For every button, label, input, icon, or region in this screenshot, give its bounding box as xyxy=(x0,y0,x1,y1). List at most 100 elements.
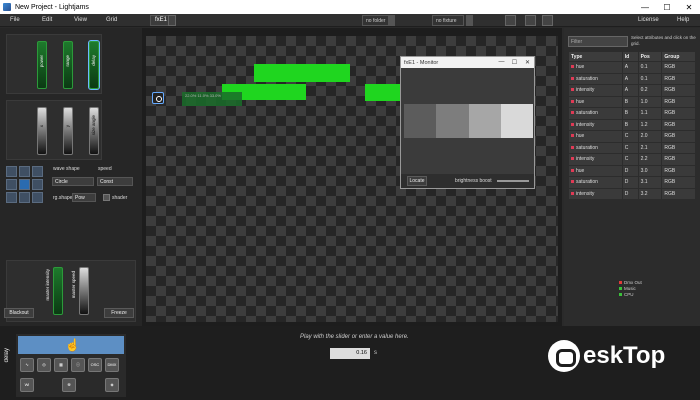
attribute-dot-icon xyxy=(571,122,574,126)
menu-license[interactable]: License xyxy=(638,17,659,23)
table-cell: 0.1 xyxy=(637,72,663,85)
table-row[interactable]: intensity D 3.2 RGB xyxy=(568,187,696,200)
shader-checkbox[interactable] xyxy=(103,194,110,201)
wave-center-button[interactable] xyxy=(19,179,30,190)
attribute-dot-icon xyxy=(571,168,574,172)
table-row[interactable]: hue B 1.0 RGB xyxy=(568,95,696,108)
menu-edit[interactable]: Edit xyxy=(42,17,52,23)
table-cell: RGB xyxy=(661,72,696,85)
speed-select[interactable]: Const xyxy=(97,177,133,186)
mode-osc-button[interactable]: OSC xyxy=(88,358,102,372)
freeze-button[interactable]: Freeze xyxy=(104,308,134,318)
mode-wii-button[interactable]: Wi xyxy=(20,378,34,392)
table-cell: hue xyxy=(568,95,623,108)
attribute-hint: Select attributes and click on the grid. xyxy=(631,35,696,46)
fader-y[interactable] xyxy=(63,107,73,155)
grid-cell-active xyxy=(254,64,350,82)
menu-bar: File Edit View Grid fxE1 no folder no fi… xyxy=(0,14,700,27)
table-cell: RGB xyxy=(661,187,696,200)
status-list: Dmx Out Music CPU xyxy=(619,280,642,298)
mode-audio-icon[interactable]: ◎ xyxy=(37,358,51,372)
fader-master-intensity[interactable] xyxy=(53,267,63,315)
mode-hand-area[interactable]: ☝ xyxy=(18,336,124,354)
maximize-button[interactable]: ☐ xyxy=(656,3,678,12)
monitor-maximize-button[interactable]: ☐ xyxy=(508,59,521,66)
table-cell: hue xyxy=(568,164,623,177)
col-pos[interactable]: Pos xyxy=(637,51,663,62)
table-cell: 3.1 xyxy=(637,176,663,189)
link-icon[interactable] xyxy=(525,15,536,26)
table-row[interactable]: intensity C 2.2 RGB xyxy=(568,153,696,166)
wave-dir-button[interactable] xyxy=(6,166,17,177)
monitor-close-button[interactable]: ✕ xyxy=(521,59,534,66)
wave-dir-button[interactable] xyxy=(6,179,17,190)
attribute-dot-icon xyxy=(571,134,574,138)
wave-shape-select[interactable]: Circle xyxy=(52,177,94,186)
table-cell: saturation xyxy=(568,72,623,85)
table-row[interactable]: intensity A 0.2 RGB xyxy=(568,84,696,97)
monitor-title-bar: fxE1 - Monitor — ☐ ✕ xyxy=(401,57,534,68)
table-row[interactable]: hue C 2.0 RGB xyxy=(568,130,696,143)
menu-view[interactable]: View xyxy=(74,17,87,23)
minimize-button[interactable]: — xyxy=(634,3,656,12)
table-row[interactable]: saturation C 2.1 RGB xyxy=(568,141,696,154)
hand-cursor-icon: ☝ xyxy=(65,338,80,352)
locate-button[interactable]: Locate xyxy=(407,176,427,186)
table-row[interactable]: saturation D 3.1 RGB xyxy=(568,176,696,189)
selection-readout: 22.0% 11.0% 33.0% xyxy=(182,92,242,106)
table-cell: B xyxy=(621,95,639,108)
col-group[interactable]: Group xyxy=(661,51,696,62)
mode-wave-icon[interactable]: ∿ xyxy=(20,358,34,372)
fixture-select[interactable]: no fixture xyxy=(432,15,464,26)
chevron-down-icon[interactable] xyxy=(388,15,395,26)
brightness-slider[interactable] xyxy=(497,180,529,182)
close-button[interactable]: ✕ xyxy=(678,3,700,12)
col-id[interactable]: Id xyxy=(621,51,639,62)
mode-dmx-button[interactable]: DMX xyxy=(105,358,119,372)
menu-help[interactable]: Help xyxy=(677,17,689,23)
chevron-down-icon[interactable] xyxy=(466,15,473,26)
app-logo-icon xyxy=(3,3,11,11)
attribute-dot-icon xyxy=(571,145,574,149)
menu-file[interactable]: File xyxy=(10,17,20,23)
fixture-handle[interactable] xyxy=(152,92,164,104)
wave-dir-button[interactable] xyxy=(32,192,43,203)
mode-midi-icon[interactable]: ▦ xyxy=(54,358,68,372)
status-dot-icon xyxy=(619,281,622,284)
table-row[interactable]: saturation B 1.1 RGB xyxy=(568,107,696,120)
col-type[interactable]: Type xyxy=(568,51,623,62)
tab-edit-icon[interactable] xyxy=(168,15,176,26)
table-row[interactable]: intensity B 1.2 RGB xyxy=(568,118,696,131)
rg-shape-select[interactable]: Pow xyxy=(72,193,96,202)
rg-shape-label: rg.shape xyxy=(53,195,73,201)
wave-dir-button[interactable] xyxy=(19,166,30,177)
fader-master-speed[interactable] xyxy=(79,267,89,315)
table-cell: A xyxy=(621,84,639,97)
menu-grid[interactable]: Grid xyxy=(106,17,117,23)
blackout-button[interactable]: Blackout xyxy=(4,308,34,318)
watermark: eskTop xyxy=(548,340,665,372)
table-row[interactable]: saturation A 0.1 RGB xyxy=(568,72,696,85)
side-label: delay xyxy=(4,348,10,363)
table-row[interactable]: hue A 0.1 RGB xyxy=(568,61,696,74)
wave-dir-button[interactable] xyxy=(6,192,17,203)
monitor-minimize-button[interactable]: — xyxy=(495,59,508,66)
swatch xyxy=(500,104,533,138)
attribute-table: Type Id Pos Group hue A 0.1 RGB saturation A 0… xyxy=(568,51,696,200)
wave-dir-button[interactable] xyxy=(19,192,30,203)
fader-x[interactable] xyxy=(37,107,47,155)
mode-info-icon[interactable]: ⓘ xyxy=(71,358,85,372)
attribute-dot-icon xyxy=(571,191,574,195)
settings-icon[interactable] xyxy=(542,15,553,26)
app-window: New Project - Lightjams — ☐ ✕ File Edit … xyxy=(0,0,700,400)
value-input[interactable]: 0.16 xyxy=(330,348,370,359)
filter-input[interactable]: Filter xyxy=(568,36,628,47)
table-cell: A xyxy=(621,61,639,74)
monitor-icon[interactable] xyxy=(505,15,516,26)
wave-dir-button[interactable] xyxy=(32,179,43,190)
swatch xyxy=(404,104,437,138)
mode-radiation-icon[interactable]: ☢ xyxy=(62,378,76,392)
wave-dir-button[interactable] xyxy=(32,166,43,177)
mode-other-icon[interactable]: ◈ xyxy=(105,378,119,392)
table-row[interactable]: hue D 3.0 RGB xyxy=(568,164,696,177)
